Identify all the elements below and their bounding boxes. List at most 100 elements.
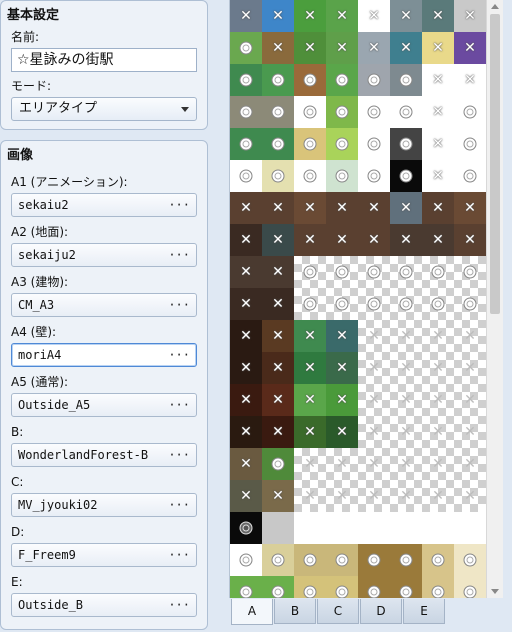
tile[interactable]	[422, 256, 454, 288]
tile[interactable]	[230, 96, 262, 128]
tile[interactable]: ✕	[390, 0, 422, 32]
tile[interactable]: ✕	[422, 352, 454, 384]
tile[interactable]: ✕	[230, 384, 262, 416]
slot-picker-7[interactable]: MV_jyouki02 ···	[11, 493, 197, 517]
tile[interactable]: ✕	[294, 416, 326, 448]
tile[interactable]	[326, 288, 358, 320]
tile[interactable]	[294, 256, 326, 288]
tile[interactable]: ✕	[358, 416, 390, 448]
tile[interactable]	[390, 512, 422, 544]
tile[interactable]	[358, 288, 390, 320]
tile[interactable]	[358, 256, 390, 288]
tile[interactable]	[230, 544, 262, 576]
tile[interactable]	[230, 576, 262, 598]
tile[interactable]	[230, 128, 262, 160]
tile[interactable]	[358, 576, 390, 598]
tile[interactable]	[326, 512, 358, 544]
tile[interactable]: ✕	[262, 224, 294, 256]
browse-icon[interactable]: ···	[168, 294, 190, 316]
tile[interactable]: ✕	[262, 416, 294, 448]
scroll-down-icon[interactable]	[491, 589, 499, 594]
tile[interactable]	[326, 128, 358, 160]
tile[interactable]: ✕	[454, 64, 486, 96]
mode-select[interactable]: エリアタイプ	[11, 97, 197, 121]
tile[interactable]: ✕	[454, 352, 486, 384]
tile[interactable]: ✕	[358, 352, 390, 384]
browse-icon[interactable]: ···	[168, 494, 190, 516]
tile[interactable]	[454, 128, 486, 160]
tile[interactable]: ✕	[422, 128, 454, 160]
tileset-preview[interactable]: ✕ ✕ ✕ ✕ ✕ ✕ ✕ ✕ ✕ ✕ ✕ ✕ ✕ ✕ ✕ ✕ ✕ ✕ ✕ ✕ ✕ ✕ ✕ ✕ ✕ ✕ ✕ ✕ ✕ ✕ ✕ ✕ ✕ ✕ ✕ ✕ ✕ ✕ ✕ ✕…	[229, 0, 486, 598]
tile[interactable]	[262, 512, 294, 544]
tile[interactable]	[326, 64, 358, 96]
tile[interactable]	[390, 544, 422, 576]
slot-picker-6[interactable]: WonderlandForest-B ···	[11, 443, 197, 467]
tileset-scrollbar[interactable]	[486, 0, 503, 598]
tile[interactable]	[262, 160, 294, 192]
tile[interactable]: ✕	[262, 320, 294, 352]
tile[interactable]	[390, 96, 422, 128]
tile[interactable]: ✕	[230, 416, 262, 448]
tile[interactable]: ✕	[326, 352, 358, 384]
tile[interactable]: ✕	[294, 384, 326, 416]
slot-picker-5[interactable]: Outside_A5 ···	[11, 393, 197, 417]
tile[interactable]: ✕	[422, 64, 454, 96]
tile[interactable]: ✕	[294, 32, 326, 64]
tab-c[interactable]: C	[317, 599, 359, 624]
tile[interactable]: ✕	[454, 224, 486, 256]
tile[interactable]: ✕	[454, 32, 486, 64]
tile[interactable]	[390, 160, 422, 192]
tile[interactable]	[262, 64, 294, 96]
tile[interactable]: ✕	[294, 0, 326, 32]
tile[interactable]: ✕	[294, 352, 326, 384]
tile[interactable]: ✕	[326, 320, 358, 352]
tile[interactable]	[422, 576, 454, 598]
tile[interactable]: ✕	[390, 320, 422, 352]
tile[interactable]: ✕	[230, 288, 262, 320]
tile[interactable]	[422, 288, 454, 320]
browse-icon[interactable]: ···	[168, 394, 190, 416]
tile[interactable]	[358, 64, 390, 96]
tile[interactable]: ✕	[262, 192, 294, 224]
tile[interactable]	[454, 96, 486, 128]
slot-picker-2[interactable]: sekaiju2 ···	[11, 243, 197, 267]
tile[interactable]: ✕	[326, 480, 358, 512]
tile[interactable]: ✕	[454, 448, 486, 480]
tile[interactable]: ✕	[326, 448, 358, 480]
browse-icon[interactable]: ···	[168, 544, 190, 566]
scroll-up-icon[interactable]	[491, 4, 499, 9]
tile[interactable]: ✕	[326, 192, 358, 224]
tile[interactable]	[390, 288, 422, 320]
tile[interactable]: ✕	[230, 256, 262, 288]
tile[interactable]: ✕	[326, 0, 358, 32]
tile[interactable]	[294, 128, 326, 160]
tile[interactable]: ✕	[422, 0, 454, 32]
tile[interactable]: ✕	[358, 32, 390, 64]
tile[interactable]: ✕	[422, 320, 454, 352]
slot-picker-8[interactable]: F_Freem9 ···	[11, 543, 197, 567]
tile[interactable]	[454, 160, 486, 192]
tile[interactable]: ✕	[422, 416, 454, 448]
tab-d[interactable]: D	[360, 599, 402, 624]
tile[interactable]: ✕	[326, 416, 358, 448]
tile[interactable]	[230, 64, 262, 96]
tile[interactable]	[262, 96, 294, 128]
tile[interactable]	[294, 64, 326, 96]
tile[interactable]	[294, 288, 326, 320]
tile[interactable]: ✕	[294, 320, 326, 352]
tile[interactable]	[358, 544, 390, 576]
tile[interactable]: ✕	[262, 384, 294, 416]
tile[interactable]: ✕	[454, 384, 486, 416]
tile[interactable]	[454, 256, 486, 288]
tile[interactable]	[358, 96, 390, 128]
tile[interactable]	[230, 160, 262, 192]
tile[interactable]: ✕	[454, 320, 486, 352]
tile[interactable]: ✕	[390, 32, 422, 64]
tile[interactable]: ✕	[326, 32, 358, 64]
name-input[interactable]: ☆星詠みの街駅	[11, 48, 197, 72]
tile[interactable]: ✕	[422, 480, 454, 512]
tile[interactable]: ✕	[358, 0, 390, 32]
tile[interactable]: ✕	[358, 320, 390, 352]
tile[interactable]: ✕	[230, 448, 262, 480]
slot-picker-3[interactable]: CM_A3 ···	[11, 293, 197, 317]
